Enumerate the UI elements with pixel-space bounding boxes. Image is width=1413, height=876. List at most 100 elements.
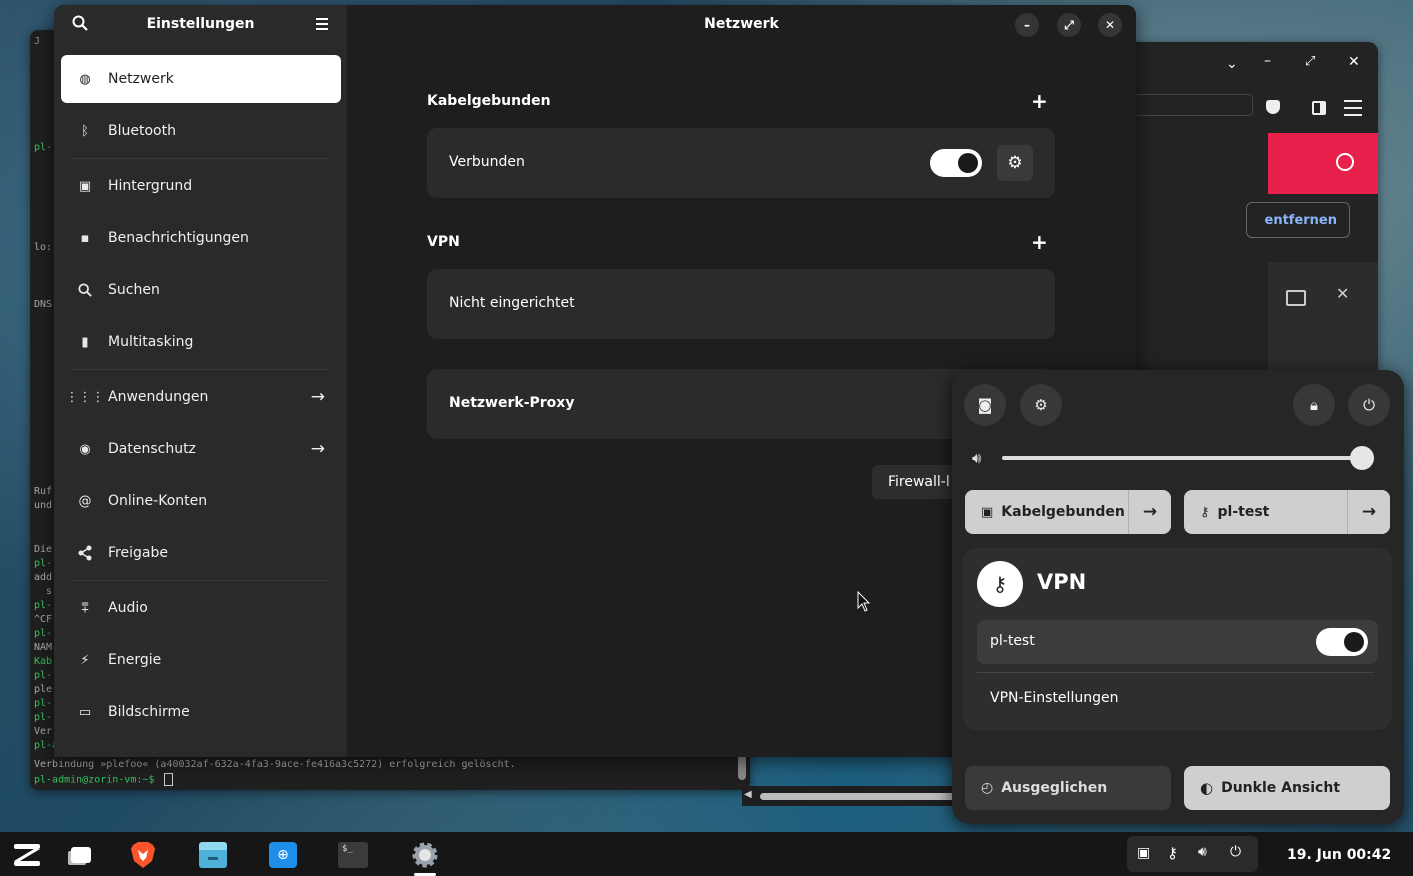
terminal-output-line: Verbindung »plefoo« (a40032af-632a-4fa3-… — [34, 759, 516, 770]
dark-mode-label: Dunkle Ansicht — [1221, 780, 1341, 796]
maximize-icon[interactable]: ⤢ — [1305, 54, 1315, 69]
sidebar-item-netzwerk[interactable]: ◍ Netzwerk — [61, 55, 341, 103]
sidebar-item-label: Multitasking — [108, 334, 194, 350]
sidebar-item-anwendungen[interactable]: ⋮⋮⋮ Anwendungen → — [61, 373, 341, 421]
sidebar-item-audio[interactable]: ⩱ Audio — [61, 584, 341, 632]
sidebar-item-energie[interactable]: ⚡ Energie — [61, 636, 341, 684]
add-wired-button[interactable]: + — [1031, 89, 1048, 113]
volume-slider-knob[interactable] — [1350, 446, 1374, 470]
add-vpn-button[interactable]: + — [1031, 230, 1048, 254]
apps-grid-icon: ⋮⋮⋮ — [65, 389, 105, 405]
sidebar-item-datenschutz[interactable]: ◉ Datenschutz → — [61, 425, 341, 473]
vpn-settings-link[interactable]: VPN-Einstellungen — [990, 690, 1118, 706]
arrow-right-icon[interactable]: → — [1128, 490, 1171, 534]
terminal-prompt-line[interactable]: pl-admin@zorin-vm:~$ — [34, 773, 174, 786]
system-tray[interactable]: ▣ ⚷ 🔊︎ ⏻ — [1127, 836, 1258, 872]
ethernet-icon: ▣ — [1137, 845, 1151, 861]
power-mode-label: Ausgeglichen — [1001, 780, 1108, 796]
wired-pill-label: Kabelgebunden — [1001, 504, 1125, 520]
proxy-label: Netzwerk-Proxy — [449, 395, 575, 411]
menu-icon[interactable] — [1344, 100, 1362, 116]
terminal-fragment: Ver — [34, 726, 53, 737]
dark-mode-toggle[interactable]: ◐ Dunkle Ansicht — [1184, 766, 1390, 810]
files-icon[interactable] — [198, 840, 228, 870]
browser-window[interactable]: ⌄ – ⤢ ✕ entfernen ✕ — [1130, 42, 1378, 372]
software-store-icon[interactable]: ⊕ — [268, 840, 298, 870]
remove-button[interactable]: entfernen — [1246, 202, 1350, 238]
wired-toggle[interactable] — [930, 149, 982, 177]
sidebar-item-bildschirme[interactable]: ▭ Bildschirme — [61, 688, 341, 736]
sidebar-item-label: Energie — [108, 652, 162, 668]
folder-icon[interactable] — [1286, 290, 1306, 306]
sidebar-item-multitasking[interactable]: ▮ Multitasking — [61, 318, 341, 366]
sidebar-item-freigabe[interactable]: Freigabe — [61, 529, 341, 577]
close-icon: ✕ — [1104, 18, 1116, 32]
firewall-label: Firewall-l — [888, 474, 950, 490]
chevron-down-icon[interactable]: ⌄ — [1226, 56, 1238, 72]
terminal-app-icon[interactable]: $_ — [338, 840, 368, 870]
privacy-icon: ◉ — [79, 441, 91, 457]
zorin-menu-icon[interactable] — [12, 840, 42, 870]
browser-panel: ✕ — [1268, 262, 1378, 372]
vpn-toggle[interactable]: ⚷ pl-test → — [1184, 490, 1390, 534]
settings-button[interactable]: ⚙ — [1020, 384, 1062, 426]
terminal-fragment: pl- — [34, 600, 53, 611]
terminal-fragment: Ruf — [34, 486, 53, 497]
terminal-fragment: Die — [34, 544, 53, 555]
power-mode-toggle[interactable]: ◴ Ausgeglichen — [965, 766, 1171, 810]
vpn-connection-row[interactable]: pl-test — [977, 620, 1378, 664]
sidebar-item-hintergrund[interactable]: ▣ Hintergrund — [61, 162, 341, 210]
minimize-icon[interactable]: – — [1264, 53, 1271, 69]
mouse-pointer-icon — [857, 590, 871, 612]
wired-settings-button[interactable]: ⚙ — [997, 145, 1033, 181]
address-bar[interactable] — [1130, 94, 1253, 116]
hamburger-menu-icon[interactable] — [316, 18, 328, 30]
power-icon: ⏻ — [1230, 844, 1242, 860]
clock[interactable]: 19. Jun 00:42 — [1287, 847, 1391, 863]
minimize-button[interactable]: – — [1015, 13, 1039, 37]
sidebar-item-bluetooth[interactable]: ᛒ Bluetooth — [61, 107, 341, 155]
horizontal-scrollbar[interactable]: ◀ — [742, 786, 962, 806]
terminal-fragment: s — [46, 586, 53, 597]
search-banner[interactable] — [1268, 133, 1378, 194]
screenshot-button[interactable]: ◙ — [964, 384, 1006, 426]
wired-status: Verbunden — [449, 154, 525, 170]
terminal-fragment: pl- — [34, 712, 53, 723]
maximize-button[interactable]: ⤢ — [1057, 13, 1081, 37]
vpn-section-title: VPN — [427, 234, 460, 250]
terminal-fragment: pl- — [34, 698, 53, 709]
dark-mode-icon: ◐ — [1200, 779, 1214, 797]
gear-icon: ⚙ — [1034, 396, 1048, 414]
vpn-pill-label: pl-test — [1217, 504, 1270, 520]
vpn-connection-toggle[interactable] — [1316, 628, 1368, 656]
brave-shield-icon[interactable] — [1266, 100, 1280, 114]
audio-icon: ⩱ — [81, 600, 89, 616]
brave-browser-icon[interactable] — [128, 840, 158, 870]
wired-connection-row[interactable]: Verbunden ⚙ — [427, 128, 1055, 198]
search-icon[interactable] — [1336, 153, 1354, 171]
divider — [977, 672, 1374, 673]
volume-slider[interactable] — [1002, 446, 1374, 470]
ethernet-icon: ▣ — [981, 504, 994, 520]
close-icon[interactable]: ✕ — [1348, 54, 1360, 70]
scroll-left-icon[interactable]: ◀ — [744, 789, 752, 800]
sidebar-item-suchen[interactable]: Suchen — [61, 266, 341, 314]
close-button[interactable]: ✕ — [1098, 13, 1122, 37]
sidebar-toggle-icon[interactable] — [1312, 101, 1326, 115]
sidebar-item-label: Benachrichtigungen — [108, 230, 249, 246]
sidebar-item-label: Anwendungen — [108, 389, 209, 405]
share-icon — [76, 544, 94, 562]
power-button[interactable]: ⏻ — [1348, 384, 1390, 426]
scrollbar-thumb[interactable] — [760, 793, 960, 800]
close-icon[interactable]: ✕ — [1336, 284, 1349, 303]
lock-button[interactable]: 🔒︎ — [1293, 384, 1335, 426]
sidebar-item-benachrichtigungen[interactable]: ▪ Benachrichtigungen — [61, 214, 341, 262]
arrow-right-icon[interactable]: → — [1347, 490, 1390, 534]
key-icon: ⚷ — [1200, 504, 1210, 520]
settings-app-icon[interactable] — [410, 840, 440, 870]
terminal-fragment: pl- — [34, 670, 53, 681]
terminal-fragment: ^CF — [34, 614, 53, 625]
workspaces-icon[interactable] — [66, 840, 96, 870]
sidebar-item-online-konten[interactable]: @ Online-Konten — [61, 477, 341, 525]
wired-network-toggle[interactable]: ▣ Kabelgebunden → — [965, 490, 1171, 534]
